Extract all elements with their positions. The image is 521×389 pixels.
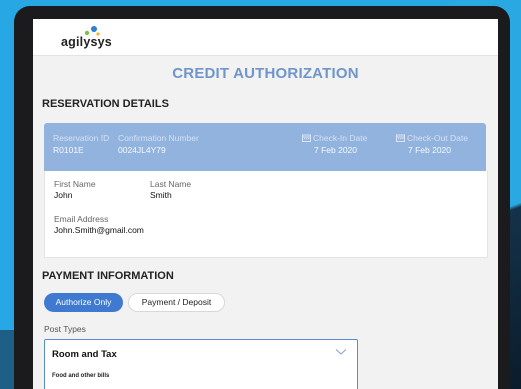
logo-text: agilysys	[61, 35, 112, 49]
guest-details-card: First Name John Last Name Smith Email Ad…	[44, 171, 488, 258]
calendar-icon	[302, 134, 311, 142]
reservation-id-value: R0101E	[53, 145, 84, 155]
app-header: agilysys	[33, 19, 498, 56]
reservation-id-label: Reservation ID	[53, 133, 110, 143]
post-type-selected-value: Room and Tax	[52, 349, 117, 360]
checkout-cell: Check-Out Date 7 Feb 2020	[396, 133, 468, 155]
payment-deposit-button[interactable]: Payment / Deposit	[128, 293, 225, 312]
reservation-section-title: RESERVATION DETAILS	[42, 98, 169, 110]
page-title: CREDIT AUTHORIZATION	[172, 65, 359, 82]
checkout-value: 7 Feb 2020	[408, 145, 452, 155]
authorize-only-button[interactable]: Authorize Only	[44, 293, 123, 312]
confirmation-cell: Confirmation Number 0024JL4Y79	[118, 133, 199, 155]
post-types-select[interactable]: Room and Tax Food and other bills	[44, 339, 358, 389]
chevron-down-icon[interactable]	[335, 348, 347, 356]
email-value: John.Smith@gmail.com	[54, 225, 144, 235]
last-name-label: Last Name	[150, 179, 192, 189]
confirmation-value: 0024JL4Y79	[118, 145, 166, 155]
checkin-value: 7 Feb 2020	[314, 145, 358, 155]
confirmation-label: Confirmation Number	[118, 133, 199, 143]
checkout-label: Check-Out Date	[407, 133, 468, 143]
checkin-cell: Check-In Date 7 Feb 2020	[302, 133, 367, 155]
post-type-option[interactable]: Food and other bills	[52, 373, 109, 379]
post-types-label: Post Types	[44, 324, 86, 334]
last-name-value: Smith	[150, 190, 172, 200]
checkout-label-row: Check-Out Date	[396, 133, 468, 143]
email-field: Email Address John.Smith@gmail.com	[54, 214, 144, 235]
checkin-label-row: Check-In Date	[302, 133, 367, 143]
email-label: Email Address	[54, 214, 109, 224]
checkin-label: Check-In Date	[313, 133, 368, 143]
first-name-field: First Name John	[54, 179, 96, 200]
first-name-value: John	[54, 190, 73, 200]
brand-logo: agilysys	[61, 25, 121, 51]
reservation-id-cell: Reservation ID R0101E	[53, 133, 109, 155]
payment-section-title: PAYMENT INFORMATION	[42, 270, 174, 282]
first-name-label: First Name	[54, 179, 96, 189]
last-name-field: Last Name Smith	[150, 179, 191, 200]
calendar-icon	[396, 134, 405, 142]
reservation-summary-bar: Reservation ID R0101E Confirmation Numbe…	[44, 123, 486, 171]
app-screen: agilysys CREDIT AUTHORIZATION RESERVATIO…	[33, 19, 498, 389]
